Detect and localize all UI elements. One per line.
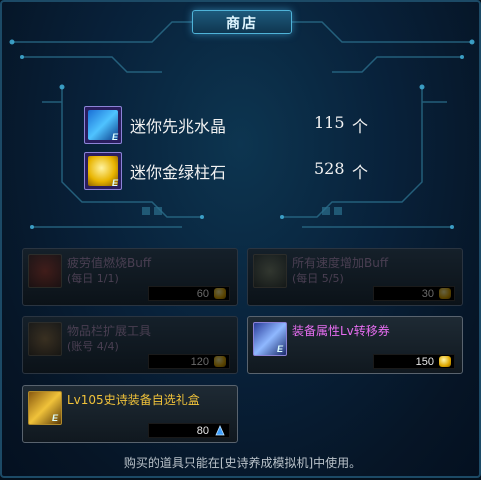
item-name: 所有速度增加Buff [292, 256, 389, 270]
gold-gem-icon: E [84, 152, 122, 190]
item-name: 物品栏扩展工具 [67, 324, 152, 338]
gift-box-icon: E [28, 391, 62, 425]
gold-coin-icon [214, 288, 226, 299]
fatigue-buff-icon [28, 254, 62, 288]
gold-coin-icon [214, 356, 226, 367]
item-price: 30 [421, 288, 434, 300]
currency-count: 115 [314, 113, 345, 132]
price-box: 60 [148, 286, 230, 301]
price-box: 30 [373, 286, 455, 301]
blue-crystal-icon [215, 425, 225, 436]
item-price: 120 [190, 356, 209, 368]
price-box: 80 [148, 423, 230, 438]
inventory-bag-icon [28, 322, 62, 356]
currency-row-gem: E 迷你金绿柱石 528 个 [84, 152, 384, 192]
e-badge-icon: E [276, 344, 283, 354]
currency-count: 528 [314, 159, 345, 178]
sword-ticket-icon: E [253, 322, 287, 356]
speed-buff-icon [253, 254, 287, 288]
price-box: 120 [148, 354, 230, 369]
e-badge-icon: E [111, 132, 118, 142]
shop-item-attribute-transfer[interactable]: E 装备属性Lv转移券 150 [247, 316, 463, 374]
shop-window: 商店 E 迷你先兆水晶 115 个 E 迷你金绿柱石 528 个 疲劳值燃烧Bu… [0, 0, 481, 478]
currency-name: 迷你金绿柱石 [130, 163, 227, 182]
e-badge-icon: E [51, 413, 58, 423]
e-badge-icon: E [111, 178, 118, 188]
footer-notice: 购买的道具只能在[史诗养成模拟机]中使用。 [123, 456, 362, 470]
shop-item-fatigue-buff[interactable]: 疲劳值燃烧Buff (每日 1/1) 60 [22, 248, 238, 306]
item-name: 装备属性Lv转移券 [292, 324, 390, 338]
gold-coin-icon [439, 288, 451, 299]
currency-row-crystal: E 迷你先兆水晶 115 个 [84, 106, 384, 146]
blue-crystal-icon: E [84, 106, 122, 144]
item-limit: (每日 1/1) [67, 272, 119, 285]
item-name: Lv105史诗装备自选礼盒 [67, 393, 200, 407]
shop-item-inventory-expand[interactable]: 物品栏扩展工具 (账号 4/4) 120 [22, 316, 238, 374]
shop-item-speed-buff[interactable]: 所有速度增加Buff (每日 5/5) 30 [247, 248, 463, 306]
currency-unit: 个 [352, 117, 369, 136]
shop-item-epic-gift-box[interactable]: E Lv105史诗装备自选礼盒 80 [22, 385, 238, 443]
item-limit: (账号 4/4) [67, 340, 119, 353]
item-price: 80 [196, 425, 209, 437]
window-title: 商店 [192, 10, 292, 34]
item-price: 60 [196, 288, 209, 300]
gold-coin-icon [439, 356, 451, 367]
item-price: 150 [415, 356, 434, 368]
currency-unit: 个 [352, 163, 369, 182]
item-limit: (每日 5/5) [292, 272, 344, 285]
currency-name: 迷你先兆水晶 [130, 117, 227, 136]
price-box: 150 [373, 354, 455, 369]
item-name: 疲劳值燃烧Buff [67, 256, 152, 270]
